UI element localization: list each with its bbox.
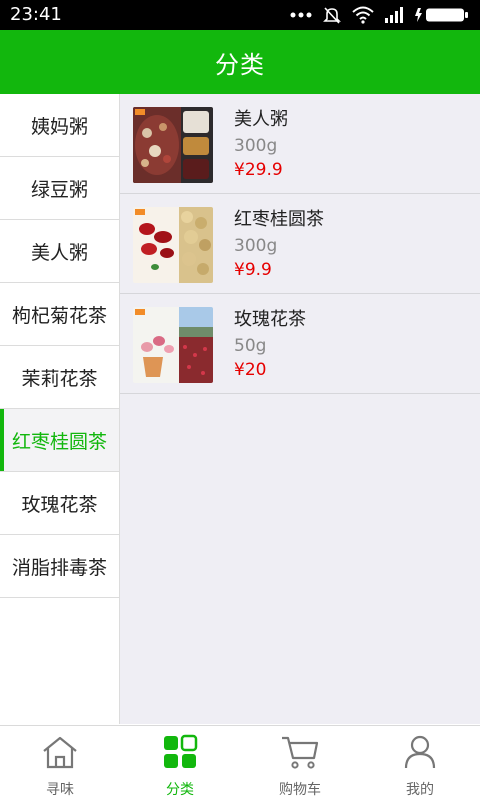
tab-label: 分类	[166, 782, 194, 798]
category-grid-icon	[162, 734, 198, 774]
product-weight: 300g	[234, 136, 278, 156]
tab-home[interactable]: 寻味	[0, 726, 120, 801]
product-info: 美人粥 300g ¥29.9	[234, 108, 288, 181]
status-icons	[290, 5, 470, 25]
product-weight: 300g	[234, 236, 278, 256]
home-icon	[40, 734, 80, 774]
product-name: 红枣桂圆茶	[234, 209, 324, 230]
battery-icon	[414, 7, 470, 23]
sidebar-item[interactable]: 绿豆粥	[0, 157, 119, 220]
tab-profile[interactable]: 我的	[360, 726, 480, 801]
product-image	[133, 307, 213, 383]
product-list: 美人粥 300g ¥29.9 红枣桂圆茶 300g ¥9.9 玫瑰花茶 50g …	[120, 94, 480, 724]
sidebar-item[interactable]: 茉莉花茶	[0, 346, 119, 409]
sidebar-item[interactable]: 消脂排毒茶	[0, 535, 119, 598]
tab-label: 我的	[406, 782, 434, 798]
product-image	[133, 107, 213, 183]
cart-icon	[280, 734, 320, 774]
product-item[interactable]: 玫瑰花茶 50g ¥20	[120, 294, 480, 394]
product-weight: 50g	[234, 336, 267, 356]
sidebar-item[interactable]: 玫瑰花茶	[0, 472, 119, 535]
wifi-icon	[352, 6, 374, 24]
more-dots-icon	[290, 11, 312, 19]
app-header: 分类	[0, 30, 480, 94]
mute-bell-icon	[322, 5, 342, 25]
product-price: ¥9.9	[234, 260, 272, 280]
tab-label: 寻味	[46, 782, 74, 798]
sidebar-item[interactable]: 枸杞菊花茶	[0, 283, 119, 346]
product-name: 玫瑰花茶	[234, 309, 306, 330]
tab-category[interactable]: 分类	[120, 726, 240, 801]
sidebar-item[interactable]: 姨妈粥	[0, 94, 119, 157]
status-bar: 23:41	[0, 0, 480, 30]
tab-cart[interactable]: 购物车	[240, 726, 360, 801]
product-info: 红枣桂圆茶 300g ¥9.9	[234, 208, 324, 281]
product-item[interactable]: 红枣桂圆茶 300g ¥9.9	[120, 194, 480, 294]
page-title: 分类	[215, 50, 265, 79]
status-time: 23:41	[10, 4, 62, 25]
product-item[interactable]: 美人粥 300g ¥29.9	[120, 94, 480, 194]
sidebar-item-active[interactable]: 红枣桂圆茶	[0, 409, 119, 472]
tab-label: 购物车	[279, 782, 321, 798]
product-info: 玫瑰花茶 50g ¥20	[234, 308, 306, 381]
user-icon	[402, 734, 438, 774]
category-sidebar: 姨妈粥 绿豆粥 美人粥 枸杞菊花茶 茉莉花茶 红枣桂圆茶 玫瑰花茶 消脂排毒茶	[0, 94, 120, 724]
product-price: ¥29.9	[234, 160, 283, 180]
product-price: ¥20	[234, 360, 267, 380]
sidebar-item[interactable]: 美人粥	[0, 220, 119, 283]
signal-icon	[384, 7, 404, 23]
product-name: 美人粥	[234, 109, 288, 130]
bottom-tab-bar: 寻味 分类 购物车 我的	[0, 725, 480, 801]
product-image	[133, 207, 213, 283]
